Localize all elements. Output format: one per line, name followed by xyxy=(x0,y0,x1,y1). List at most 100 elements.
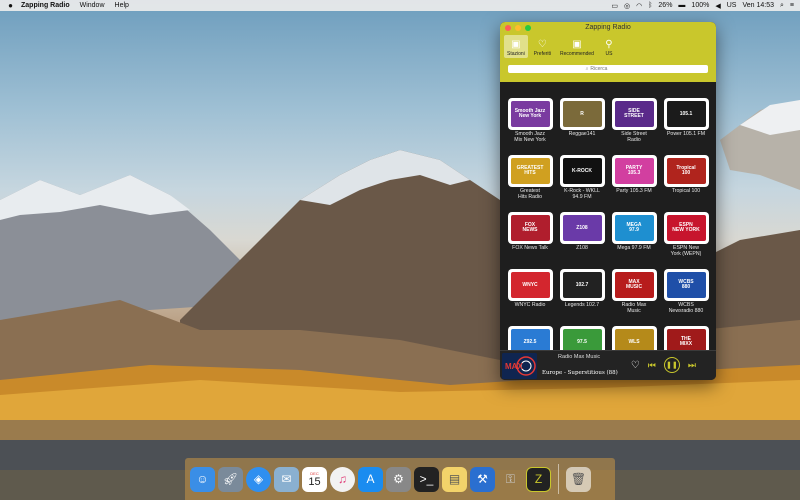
window-title: Zapping Radio xyxy=(585,24,631,31)
calendar-icon[interactable]: DEC 15 xyxy=(302,466,327,492)
station-logo[interactable]: Z108 xyxy=(559,212,605,244)
station-logo[interactable]: GREATEST HITS xyxy=(507,155,553,187)
zapping-radio-icon[interactable]: Z xyxy=(526,466,551,492)
volume-percent: 100% xyxy=(691,2,710,9)
input-language[interactable]: US xyxy=(727,2,737,9)
station-name: WNYC Radio xyxy=(514,302,546,308)
keychain-icon[interactable]: ⚿ xyxy=(498,467,523,492)
notification-center-icon[interactable]: ≡ xyxy=(790,2,794,9)
xcode-icon[interactable]: ⚒ xyxy=(470,466,495,492)
menu-help[interactable]: Help xyxy=(115,2,129,9)
volume-icon[interactable]: ◀ xyxy=(715,2,720,10)
station-name: Legends 102.7 xyxy=(564,302,600,308)
spotlight-icon[interactable]: ⌕ xyxy=(780,2,784,10)
station-name: Radio Max Music xyxy=(621,302,647,314)
station-logo[interactable]: Smooth Jazz New York xyxy=(507,98,553,130)
notes-icon[interactable]: ▤ xyxy=(442,466,467,492)
station-logo-art: Smooth Jazz New York xyxy=(510,101,550,127)
station-logo[interactable]: WCBS 880 xyxy=(663,269,709,301)
station-logo[interactable]: FOX NEWS xyxy=(507,212,553,244)
search-input[interactable] xyxy=(590,66,631,72)
station-tile[interactable]: Tropical 100 Tropical 100 xyxy=(660,155,712,207)
terminal-icon[interactable]: >_ xyxy=(414,466,439,492)
station-logo[interactable]: Tropical 100 xyxy=(663,155,709,187)
finder-icon[interactable]: ☺ xyxy=(190,466,215,492)
station-tile[interactable]: WNYC WNYC Radio xyxy=(504,269,556,321)
wifi-icon[interactable]: ◠ xyxy=(636,2,642,10)
trash-icon[interactable]: 🗑︎ xyxy=(566,466,591,492)
search-icon: ⌕ xyxy=(585,66,589,72)
station-name: K-Rock - WKLL 94.9 FM xyxy=(564,188,600,200)
heart-icon: ♡ xyxy=(537,38,547,50)
menu-window[interactable]: Window xyxy=(80,2,105,9)
tab-us[interactable]: ⚲ US xyxy=(600,35,618,58)
station-tile[interactable]: FOX NEWS FOX News Talk xyxy=(504,212,556,264)
station-logo[interactable]: R xyxy=(559,98,605,130)
station-logo-art: WCBS 880 xyxy=(666,272,706,298)
status-menu-icon[interactable]: ▭ xyxy=(611,2,618,10)
tab-preferiti[interactable]: ♡ Preferiti xyxy=(531,35,554,58)
station-logo-art: WNYC xyxy=(510,272,550,298)
station-tile[interactable]: Z108 Z108 xyxy=(556,212,608,264)
menu-app-name[interactable]: Zapping Radio xyxy=(21,2,70,9)
battery-icon[interactable]: ▬ xyxy=(678,2,685,9)
station-logo-art: 105.1 xyxy=(666,101,706,127)
battery-percent: 26% xyxy=(658,2,673,9)
station-tile[interactable]: PARTY 105.3 Party 105.3 FM xyxy=(608,155,660,207)
itunes-icon[interactable]: ♫ xyxy=(330,466,355,492)
location-pin-icon: ⚲ xyxy=(605,38,613,50)
station-tile[interactable]: MEGA 97.9 Mega 97.9 FM xyxy=(608,212,660,264)
station-logo[interactable]: 105.1 xyxy=(663,98,709,130)
station-tile[interactable]: SIDE STREET Side Street Radio xyxy=(608,98,660,150)
station-tile[interactable]: ESPN NEW YORK ESPN New York (WEPN) xyxy=(660,212,712,264)
station-tile[interactable]: R Reggae141 xyxy=(556,98,608,150)
favorite-heart-icon[interactable]: ♡ xyxy=(631,360,640,371)
station-logo[interactable]: MEGA 97.9 xyxy=(611,212,657,244)
station-tile[interactable]: 102.7 Legends 102.7 xyxy=(556,269,608,321)
station-logo-art: ESPN NEW YORK xyxy=(666,215,706,241)
next-track-icon[interactable]: ⏭ xyxy=(688,360,696,371)
tab-recommended[interactable]: ▣ Recommended xyxy=(557,35,597,58)
station-logo-art: 102.7 xyxy=(562,272,602,298)
previous-track-icon[interactable]: ⏮ xyxy=(648,360,656,371)
tab-stazioni-label: Stazioni xyxy=(507,51,525,57)
safari-icon[interactable]: ◈ xyxy=(246,466,271,492)
tab-stazioni[interactable]: ▣ Stazioni xyxy=(504,35,528,58)
dock: ☺ 🚀︎ ◈ ✉ DEC 15 ♫ A ⚙ >_ ▤ ⚒ ⚿ Z 🗑︎ xyxy=(185,458,615,500)
station-tile[interactable]: MAX MUSIC Radio Max Music xyxy=(608,269,660,321)
app-store-icon[interactable]: A xyxy=(358,466,383,492)
station-logo[interactable]: K-ROCK xyxy=(559,155,605,187)
bluetooth-icon[interactable]: ᛒ xyxy=(648,2,652,9)
station-logo[interactable]: WNYC xyxy=(507,269,553,301)
now-playing-song: Europe - Superstitious (88) xyxy=(542,370,618,376)
launchpad-icon[interactable]: 🚀︎ xyxy=(218,466,243,492)
station-logo[interactable]: ESPN NEW YORK xyxy=(663,212,709,244)
search-field[interactable]: ⌕ xyxy=(508,65,708,73)
menubar-status-area: ▭ ◎ ◠ ᛒ 26% ▬ 100% ◀ US Ven 14:53 ⌕ ≡ xyxy=(611,2,794,10)
station-logo[interactable]: PARTY 105.3 xyxy=(611,155,657,187)
station-logo-art: FOX NEWS xyxy=(510,215,550,241)
station-tile[interactable]: GREATEST HITS Greatest Hits Radio xyxy=(504,155,556,207)
mail-icon[interactable]: ✉ xyxy=(274,466,299,492)
station-logo[interactable]: SIDE STREET xyxy=(611,98,657,130)
station-logo-art: Z108 xyxy=(562,215,602,241)
station-tile[interactable]: 105.1 Power 105.1 FM xyxy=(660,98,712,150)
pause-button[interactable]: ❚❚ xyxy=(663,357,680,373)
station-tile[interactable]: WCBS 880 WCBS Newsradio 880 xyxy=(660,269,712,321)
station-logo-art: R xyxy=(562,101,602,127)
clock[interactable]: Ven 14:53 xyxy=(742,2,774,9)
now-playing-cover: MAX xyxy=(502,353,537,379)
station-name: Tropical 100 xyxy=(671,188,701,194)
station-logo[interactable]: 102.7 xyxy=(559,269,605,301)
station-name: Reggae141 xyxy=(568,131,596,137)
station-tile[interactable]: K-ROCK K-Rock - WKLL 94.9 FM xyxy=(556,155,608,207)
apple-icon[interactable]: ● xyxy=(6,1,15,10)
globe-icon[interactable]: ◎ xyxy=(624,2,630,10)
player-bar: MAX Radio Max Music Europe - Superstitio… xyxy=(500,350,716,380)
station-logo[interactable]: MAX MUSIC xyxy=(611,269,657,301)
tab-preferiti-label: Preferiti xyxy=(533,51,552,57)
radio-max-logo: MAX xyxy=(502,353,537,379)
system-preferences-icon[interactable]: ⚙ xyxy=(386,466,411,492)
tab-recommended-label: Recommended xyxy=(560,51,594,57)
station-tile[interactable]: Smooth Jazz New York Smooth Jazz Mix New … xyxy=(504,98,556,150)
